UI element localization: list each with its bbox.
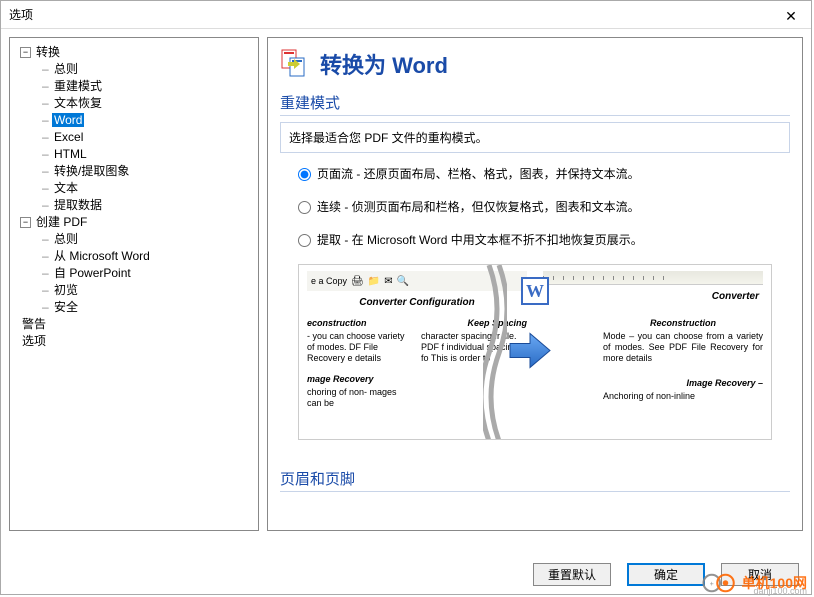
printer-icon: 🖨 bbox=[351, 276, 364, 287]
reset-defaults-button[interactable]: 重置默认 bbox=[533, 563, 611, 586]
tree-item[interactable]: – Word bbox=[14, 112, 254, 129]
tree-item-label[interactable]: 警告 bbox=[20, 317, 48, 331]
section-description: 选择最适合您 PDF 文件的重构模式。 bbox=[280, 122, 790, 153]
page-heading: 转换为 Word bbox=[320, 48, 448, 80]
dialog-buttons: 重置默认 确定 取消 bbox=[533, 563, 799, 586]
tree-item[interactable]: – 自 PowerPoint bbox=[14, 265, 254, 282]
radio-label: 连续 - 侦测页面布局和栏格，但仅恢复格式，图表和文本流。 bbox=[317, 200, 640, 214]
tree-item-label[interactable]: 重建模式 bbox=[52, 79, 104, 93]
radio-input[interactable] bbox=[298, 234, 311, 247]
tree-item-label[interactable]: 总则 bbox=[52, 232, 80, 246]
tree-item[interactable]: – 重建模式 bbox=[14, 78, 254, 95]
tree-item[interactable]: – Excel bbox=[14, 129, 254, 146]
section-rebuild-mode-title: 重建模式 bbox=[280, 92, 790, 116]
convert-to-word-icon bbox=[280, 48, 312, 80]
rebuild-mode-option[interactable]: 页面流 - 还原页面布局、栏格、格式，图表，并保持文本流。 bbox=[298, 165, 790, 182]
binoculars-icon: 🔍 bbox=[397, 276, 409, 287]
tree-item-label[interactable]: 文本 bbox=[52, 181, 80, 195]
tree-item[interactable]: – 文本恢复 bbox=[14, 95, 254, 112]
mail-icon: ✉ bbox=[384, 276, 392, 287]
tree-item[interactable]: – 总则 bbox=[14, 61, 254, 78]
tree-item[interactable]: – 从 Microsoft Word bbox=[14, 248, 254, 265]
tree-item-label[interactable]: 转换 bbox=[34, 45, 62, 59]
tree-item-label[interactable]: Word bbox=[52, 113, 84, 127]
tree-item-label[interactable]: 转换/提取图象 bbox=[52, 164, 131, 178]
tree-item[interactable]: 警告 bbox=[14, 316, 254, 333]
tree-item[interactable]: – HTML bbox=[14, 146, 254, 163]
tree-item-label[interactable]: Excel bbox=[52, 130, 85, 144]
radio-label: 页面流 - 还原页面布局、栏格、格式，图表，并保持文本流。 bbox=[317, 167, 640, 181]
close-button[interactable]: ✕ bbox=[771, 2, 811, 28]
tree-item[interactable]: – 提取数据 bbox=[14, 197, 254, 214]
ok-button[interactable]: 确定 bbox=[627, 563, 705, 586]
content-panel: 转换为 Word 重建模式 选择最适合您 PDF 文件的重构模式。 页面流 - … bbox=[267, 37, 803, 531]
radio-input[interactable] bbox=[298, 168, 311, 181]
radio-input[interactable] bbox=[298, 201, 311, 214]
preview-illustration: W e a Copy 🖨 📁 ✉ 🔍 Converter Configurati… bbox=[298, 264, 772, 440]
tree-item-label[interactable]: 从 Microsoft Word bbox=[52, 249, 152, 263]
tree-item-label[interactable]: 提取数据 bbox=[52, 198, 104, 212]
tree-item-label[interactable]: 总则 bbox=[52, 62, 80, 76]
tree-item-label[interactable]: 初览 bbox=[52, 283, 80, 297]
svg-text:W: W bbox=[526, 281, 544, 301]
tree-item[interactable]: – 总则 bbox=[14, 231, 254, 248]
tree-item-label[interactable]: 安全 bbox=[52, 300, 80, 314]
window-title: 选项 bbox=[9, 1, 33, 29]
navigation-tree[interactable]: −转换– 总则– 重建模式– 文本恢复– Word– Excel– HTML– … bbox=[9, 37, 259, 531]
rebuild-mode-option[interactable]: 连续 - 侦测页面布局和栏格，但仅恢复格式，图表和文本流。 bbox=[298, 198, 790, 215]
collapse-icon[interactable]: − bbox=[20, 217, 31, 228]
title-bar: 选项 ✕ bbox=[1, 1, 811, 29]
tree-item[interactable]: −创建 PDF bbox=[14, 214, 254, 231]
tree-item[interactable]: 选项 bbox=[14, 333, 254, 350]
preview-result: Converter Reconstruction Mode – you can … bbox=[535, 265, 771, 439]
tree-item[interactable]: −转换 bbox=[14, 44, 254, 61]
tree-item[interactable]: – 文本 bbox=[14, 180, 254, 197]
tree-item[interactable]: – 安全 bbox=[14, 299, 254, 316]
tree-item-label[interactable]: 自 PowerPoint bbox=[52, 266, 133, 280]
tree-item-label[interactable]: 创建 PDF bbox=[34, 215, 89, 229]
tree-item-label[interactable]: HTML bbox=[52, 147, 89, 161]
section-header-footer-title: 页眉和页脚 bbox=[280, 468, 790, 492]
arrow-right-icon bbox=[508, 332, 552, 373]
tree-item-label[interactable]: 文本恢复 bbox=[52, 96, 104, 110]
tree-item[interactable]: – 转换/提取图象 bbox=[14, 163, 254, 180]
cancel-button[interactable]: 取消 bbox=[721, 563, 799, 586]
rebuild-mode-option[interactable]: 提取 - 在 Microsoft Word 中用文本框不折不扣地恢复页展示。 bbox=[298, 231, 790, 248]
ruler bbox=[543, 271, 763, 285]
radio-label: 提取 - 在 Microsoft Word 中用文本框不折不扣地恢复页展示。 bbox=[317, 233, 643, 247]
collapse-icon[interactable]: − bbox=[20, 47, 31, 58]
tree-item[interactable]: – 初览 bbox=[14, 282, 254, 299]
word-app-icon: W bbox=[521, 277, 549, 308]
folder-icon: 📁 bbox=[368, 276, 380, 287]
tree-item-label[interactable]: 选项 bbox=[20, 334, 48, 348]
